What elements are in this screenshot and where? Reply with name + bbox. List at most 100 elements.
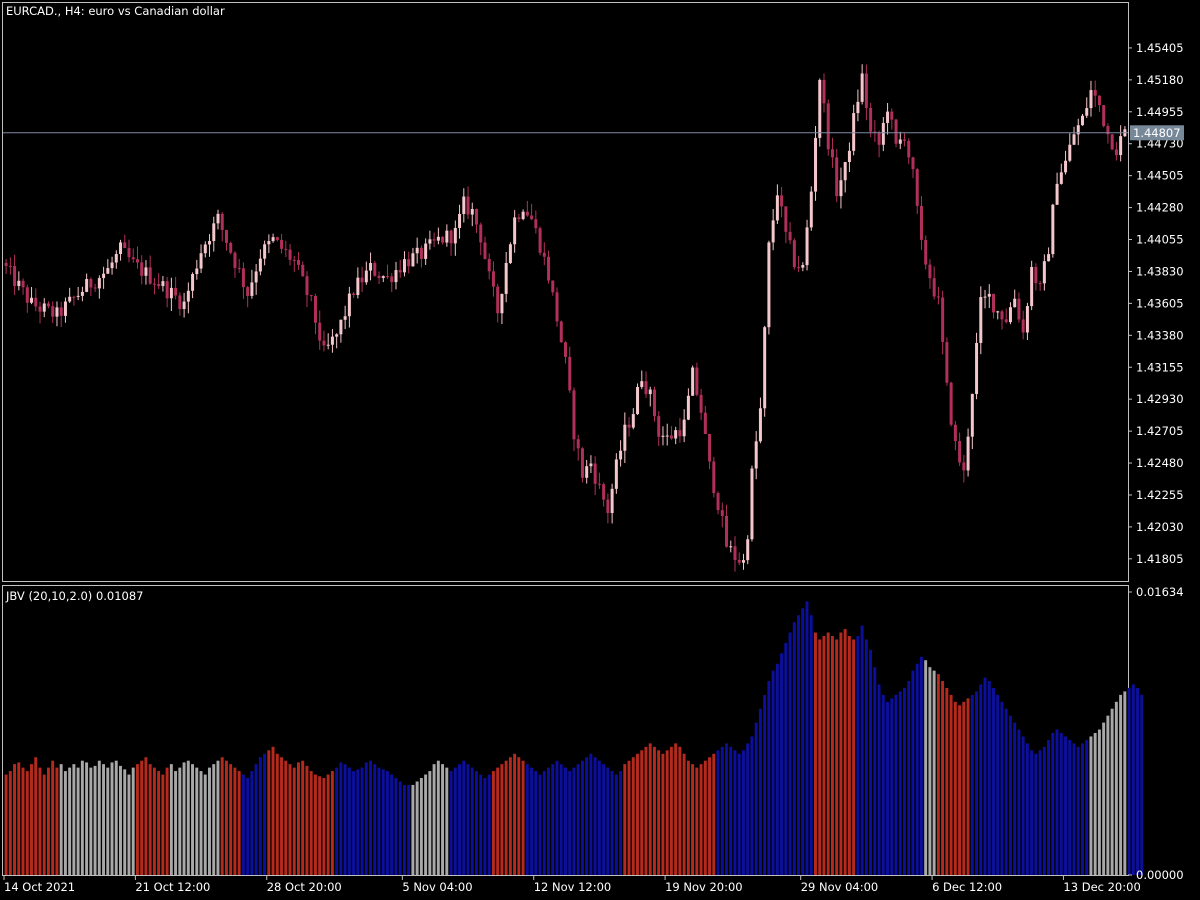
jbv-bar xyxy=(915,663,919,875)
candle-body xyxy=(398,270,402,273)
candle-body xyxy=(212,223,216,242)
candle-body xyxy=(305,276,309,296)
jbv-bar xyxy=(873,667,877,875)
candle-body xyxy=(725,515,729,547)
jbv-bar xyxy=(775,663,779,875)
jbv-bar xyxy=(1119,694,1123,875)
candle-body xyxy=(360,277,364,283)
price-tick-label: 1.42930 xyxy=(1136,392,1184,406)
time-tick-label: 12 Nov 12:00 xyxy=(534,880,612,894)
candle-body xyxy=(1025,306,1029,333)
price-tick-label: 1.44280 xyxy=(1136,201,1184,215)
jbv-bar xyxy=(474,771,478,875)
jbv-bar xyxy=(4,774,8,875)
candle-body xyxy=(788,231,792,241)
candle-body xyxy=(877,132,881,145)
jbv-bar xyxy=(161,774,165,875)
jbv-bar xyxy=(432,764,436,875)
jbv-bar xyxy=(835,639,839,875)
jbv-bar xyxy=(436,760,440,875)
candle-body xyxy=(754,441,758,469)
jbv-bar xyxy=(750,736,754,875)
candle-body xyxy=(826,103,830,150)
candle-body xyxy=(1081,115,1085,126)
jbv-bar xyxy=(241,774,245,875)
candle-body xyxy=(195,268,199,275)
candle-body xyxy=(843,162,847,181)
candle-body xyxy=(208,241,212,245)
candle-body xyxy=(258,258,262,272)
jbv-bar xyxy=(1102,722,1106,875)
jbv-bar xyxy=(1089,736,1093,875)
jbv-bar xyxy=(186,760,190,875)
candle-body xyxy=(822,79,826,104)
mt5-chart-window[interactable]: EURCAD., H4: euro vs Canadian dollar JBV… xyxy=(0,0,1200,900)
candle-body xyxy=(504,262,508,294)
jbv-bar xyxy=(191,764,194,875)
candle-body xyxy=(589,463,593,467)
jbv-bar xyxy=(572,767,576,875)
jbv-bar xyxy=(644,746,648,875)
candle-body xyxy=(335,334,339,337)
candle-body xyxy=(97,278,101,289)
jbv-bar xyxy=(966,698,970,875)
candle-body xyxy=(898,139,902,144)
jbv-bar xyxy=(178,767,182,875)
jbv-bar xyxy=(860,625,864,875)
candle-body xyxy=(881,122,885,145)
jbv-bar xyxy=(534,771,538,875)
candle-body xyxy=(254,271,258,283)
candle-body xyxy=(801,265,805,268)
jbv-bar xyxy=(720,746,724,875)
jbv-bar xyxy=(114,760,118,875)
candle-body xyxy=(674,430,678,439)
jbv-bar xyxy=(458,764,461,875)
candle-body xyxy=(953,424,957,442)
jbv-bar xyxy=(619,771,623,875)
time-tick-label: 14 Oct 2021 xyxy=(4,880,75,894)
jbv-bar xyxy=(585,757,589,875)
jbv-bar xyxy=(34,757,38,875)
jbv-bar xyxy=(313,774,317,875)
candle-body xyxy=(936,296,940,298)
jbv-bar xyxy=(30,764,33,875)
candle-body xyxy=(1000,311,1004,320)
candle-body xyxy=(559,321,563,343)
candle-body xyxy=(1030,266,1034,307)
jbv-bar xyxy=(237,771,241,875)
candle-body xyxy=(72,296,76,298)
candle-body xyxy=(186,290,190,302)
candle-body xyxy=(614,459,618,489)
jbv-bar xyxy=(826,632,830,875)
candle-body xyxy=(263,244,267,259)
candlestick-series xyxy=(4,64,1127,572)
jbv-bar xyxy=(267,750,271,875)
candle-body xyxy=(792,240,796,268)
time-tick-label: 28 Oct 20:00 xyxy=(267,880,342,894)
price-tick-label: 1.44955 xyxy=(1136,105,1184,119)
candle-body xyxy=(415,247,419,254)
candle-body xyxy=(852,113,856,151)
time-tick-label: 19 Nov 20:00 xyxy=(665,880,743,894)
candle-body xyxy=(229,242,233,253)
candle-body xyxy=(267,241,271,245)
candle-body xyxy=(996,311,1000,313)
candle-body xyxy=(479,224,483,243)
candle-body xyxy=(432,239,436,241)
candle-body xyxy=(657,416,661,437)
candle-body xyxy=(576,439,580,449)
candle-body xyxy=(46,303,50,307)
jbv-bar xyxy=(1017,729,1021,875)
jbv-bar xyxy=(394,778,398,875)
jbv-bar xyxy=(68,767,72,875)
candle-body xyxy=(419,247,423,259)
jbv-bar xyxy=(1114,701,1118,875)
jbv-bar xyxy=(250,771,254,875)
candle-body xyxy=(894,119,898,144)
candle-body xyxy=(102,273,106,279)
candle-body xyxy=(80,291,84,296)
jbv-bar xyxy=(691,764,695,875)
candle-body xyxy=(665,435,669,437)
jbv-bar xyxy=(538,774,542,875)
candle-body xyxy=(110,262,114,269)
